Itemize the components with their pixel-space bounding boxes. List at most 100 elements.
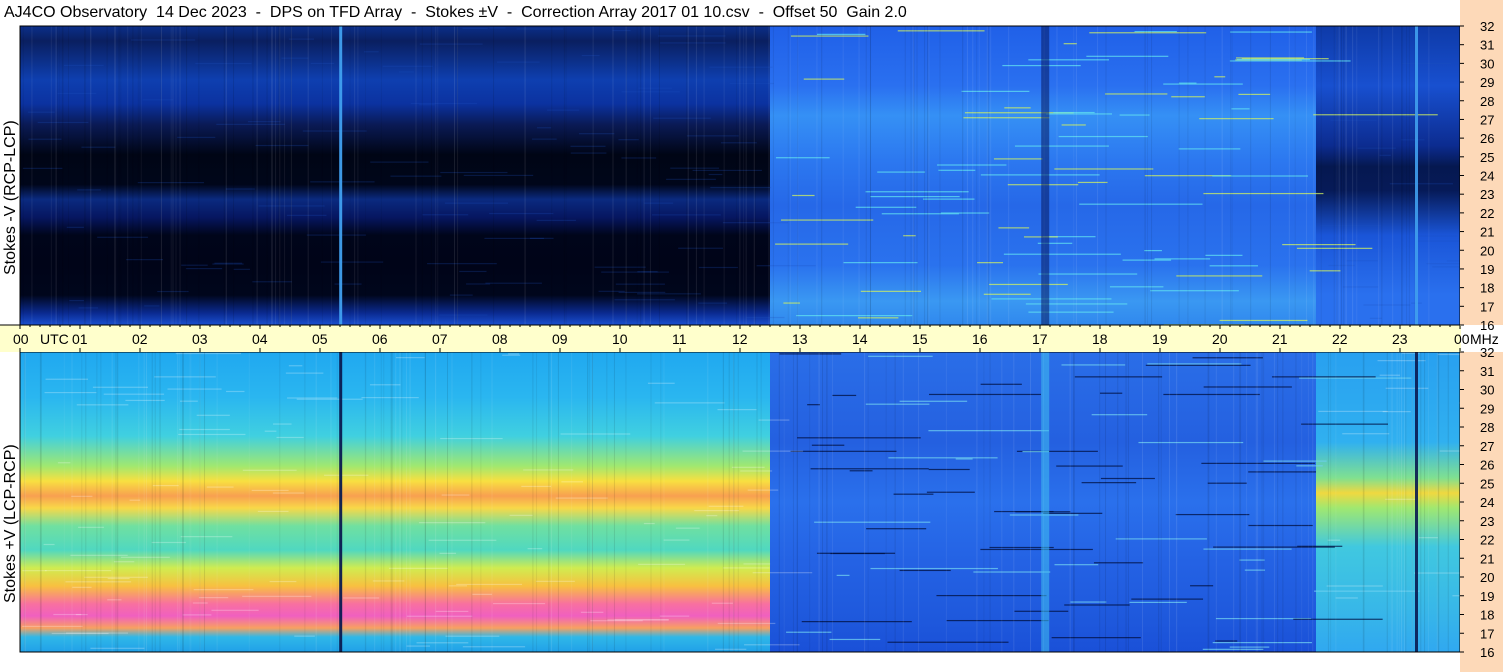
top-striation xyxy=(421,26,423,325)
bottom-streak xyxy=(742,450,804,452)
bottom-striation xyxy=(1105,352,1107,652)
top-striation xyxy=(1320,26,1322,325)
bottom-striation xyxy=(1438,352,1440,652)
bottom-streak xyxy=(868,355,933,357)
bottom-striation xyxy=(737,352,739,652)
top-streak xyxy=(937,164,1007,166)
bottom-striation xyxy=(756,352,758,652)
top-striation xyxy=(57,26,59,325)
top-streak xyxy=(320,261,384,263)
top-streak xyxy=(78,307,99,309)
bottom-streak xyxy=(1074,376,1163,378)
bottom-striation xyxy=(304,352,306,652)
top-streak xyxy=(449,294,473,296)
bottom-striation xyxy=(336,352,338,652)
bottom-striation xyxy=(392,352,394,652)
top-streak xyxy=(746,316,785,319)
top-striation xyxy=(768,26,770,325)
bottom-streak xyxy=(1190,585,1214,587)
bottom-striation xyxy=(1420,352,1422,652)
bottom-striation xyxy=(536,352,538,652)
bottom-streak xyxy=(276,436,304,439)
bottom-streak xyxy=(561,481,583,483)
top-streak xyxy=(181,264,208,266)
top-striation xyxy=(252,26,254,325)
time-tick-label: 08 xyxy=(492,331,508,347)
top-streak xyxy=(69,299,84,302)
bottom-streak xyxy=(1202,648,1264,650)
top-striation xyxy=(84,26,86,325)
bottom-streak xyxy=(1192,357,1263,359)
top-striation xyxy=(565,26,567,325)
bottom-striation xyxy=(1312,352,1314,652)
time-tick-label: 09 xyxy=(552,331,568,347)
top-striation xyxy=(1402,26,1404,325)
top-streak xyxy=(790,35,869,37)
bottom-striation xyxy=(796,352,798,652)
bottom-striation xyxy=(1295,352,1297,652)
top-streak xyxy=(855,206,917,208)
bottom-striation xyxy=(825,352,827,652)
bottom-streak xyxy=(107,577,130,580)
bottom-streak xyxy=(928,393,1041,396)
top-striation xyxy=(745,26,747,325)
bottom-striation xyxy=(401,352,403,652)
top-striation xyxy=(636,26,638,325)
bottom-streak xyxy=(740,470,773,472)
bottom-striation xyxy=(1030,352,1032,652)
freq-tick-label: 28 xyxy=(1480,420,1494,435)
top-streak xyxy=(240,322,276,325)
top-striation xyxy=(790,26,792,325)
time-tick-label: 10 xyxy=(612,331,628,347)
bottom-striation xyxy=(451,352,453,652)
top-striation xyxy=(563,26,565,325)
freq-tick-label: 29 xyxy=(1480,75,1494,90)
freq-tick-label: 26 xyxy=(1480,458,1494,473)
top-striation xyxy=(551,26,553,325)
top-striation xyxy=(753,26,755,325)
bottom-striation xyxy=(199,352,201,652)
bottom-striation xyxy=(390,352,392,652)
top-striation xyxy=(330,26,332,325)
bottom-striation xyxy=(279,352,281,652)
bottom-streak xyxy=(955,458,973,460)
top-striation xyxy=(772,26,774,325)
bottom-striation xyxy=(374,352,376,652)
top-striation xyxy=(357,26,359,325)
bottom-streak xyxy=(814,521,931,523)
top-streak xyxy=(636,293,701,295)
top-streak xyxy=(843,262,918,264)
bottom-striation xyxy=(1447,352,1449,652)
top-streak xyxy=(614,299,675,301)
bottom-streak xyxy=(675,527,700,529)
bottom-striation xyxy=(1405,352,1407,652)
top-streak xyxy=(1045,113,1113,115)
bottom-streak xyxy=(182,614,212,616)
bottom-streak xyxy=(786,631,832,633)
bottom-striation xyxy=(81,352,83,652)
spectrogram-chart: 16 17 18 19 20 21 22 23 24 25 26 27 28 29 30 31 32 16 17 18… xyxy=(0,0,1503,672)
top-striation xyxy=(279,26,281,325)
bottom-striation xyxy=(1160,352,1162,652)
time-tick-label: 23 xyxy=(1392,331,1408,347)
bottom-streak xyxy=(502,354,521,356)
top-streak xyxy=(644,202,674,204)
top-streak xyxy=(857,317,899,319)
bottom-streak xyxy=(731,466,765,468)
bottom-streak xyxy=(870,567,998,570)
top-streak xyxy=(1054,168,1154,170)
top-streak xyxy=(670,167,720,169)
bottom-striation xyxy=(733,352,735,652)
bottom-striation xyxy=(1273,352,1275,652)
bottom-streak xyxy=(76,404,129,406)
bottom-striation xyxy=(1257,352,1259,652)
bottom-striation xyxy=(783,352,785,652)
bottom-streak xyxy=(445,635,500,637)
bottom-streak xyxy=(242,469,297,471)
bottom-striation xyxy=(115,352,117,652)
top-striation xyxy=(31,26,33,325)
bottom-streak xyxy=(257,510,289,513)
bottom-streak xyxy=(1314,590,1420,592)
freq-tick-label: 18 xyxy=(1480,281,1494,296)
top-striation xyxy=(962,26,964,325)
